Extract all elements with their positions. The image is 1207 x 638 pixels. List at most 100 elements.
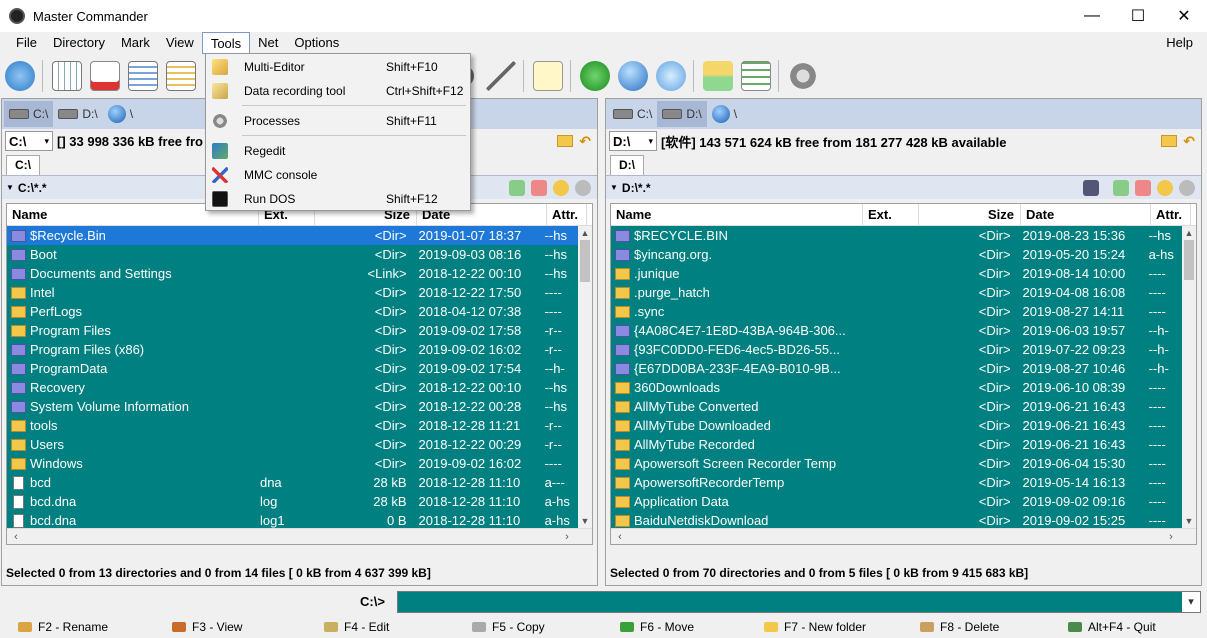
col-date[interactable]: Date bbox=[1021, 204, 1151, 225]
close-tab-icon[interactable] bbox=[1135, 179, 1151, 196]
folder-row[interactable]: AllMyTube Recorded <Dir> 2019-06-21 16:43 -… bbox=[611, 435, 1182, 454]
drive-c-button[interactable]: C:\ bbox=[4, 101, 54, 127]
folder-row[interactable]: Boot <Dir> 2019-09-03 08:16 --hs bbox=[7, 245, 578, 264]
compare-button[interactable] bbox=[738, 58, 774, 94]
tab-c[interactable]: C:\ bbox=[6, 155, 40, 175]
folder-row[interactable]: Users <Dir> 2018-12-22 00:29 -r-- bbox=[7, 435, 578, 454]
file-row[interactable]: bcd dna 28 kB 2018-12-28 11:10 a--- bbox=[7, 473, 578, 492]
menu-directory[interactable]: Directory bbox=[45, 32, 113, 54]
col-attr[interactable]: Attr. bbox=[1151, 204, 1191, 225]
col-size[interactable]: Size bbox=[919, 204, 1021, 225]
scroll-thumb[interactable] bbox=[1184, 240, 1194, 280]
drive-d-button[interactable]: D:\ bbox=[53, 101, 102, 127]
command-input[interactable]: ▾ bbox=[397, 591, 1201, 613]
back-icon[interactable]: ↶ bbox=[579, 133, 591, 150]
folder-row[interactable]: Recovery <Dir> 2018-12-22 00:10 --hs bbox=[7, 378, 578, 397]
menu-item-run-dos[interactable]: Run DOS Shift+F12 bbox=[206, 188, 470, 210]
close-button[interactable]: ✕ bbox=[1161, 0, 1207, 32]
folder-row[interactable]: Documents and Settings <Link> 2018-12-22 0… bbox=[7, 264, 578, 283]
f2-rename-button[interactable]: F2 - Rename bbox=[18, 620, 108, 634]
menu-help[interactable]: Help bbox=[1166, 32, 1193, 54]
folder-row[interactable]: {4A08C4E7-1E8D-43BA-964B-306... <Dir> 2019… bbox=[611, 321, 1182, 340]
pen-button[interactable] bbox=[483, 58, 519, 94]
back-icon[interactable]: ↶ bbox=[1183, 133, 1195, 150]
col-attr[interactable]: Attr. bbox=[547, 204, 587, 225]
menu-net[interactable]: Net bbox=[250, 32, 286, 54]
full-view-button[interactable] bbox=[125, 58, 161, 94]
vertical-scrollbar[interactable]: ▲ ▼ bbox=[1182, 226, 1196, 528]
folder-row[interactable]: 360Downloads <Dir> 2019-06-10 08:39 ---- bbox=[611, 378, 1182, 397]
favorites-icon[interactable] bbox=[1157, 179, 1173, 196]
download-button[interactable] bbox=[577, 58, 613, 94]
maximize-button[interactable]: ☐ bbox=[1115, 0, 1161, 32]
scroll-right-icon[interactable]: › bbox=[560, 529, 574, 544]
scroll-up-icon[interactable]: ▲ bbox=[1182, 226, 1196, 240]
menu-options[interactable]: Options bbox=[286, 32, 347, 54]
folder-row[interactable]: .junique <Dir> 2019-08-14 10:00 ---- bbox=[611, 264, 1182, 283]
folder-row[interactable]: Application Data <Dir> 2019-09-02 09:16 ---… bbox=[611, 492, 1182, 511]
new-tab-icon[interactable] bbox=[1113, 179, 1129, 196]
f8-delete-button[interactable]: F8 - Delete bbox=[920, 620, 999, 634]
folder-row[interactable]: Program Files (x86) <Dir> 2019-09-02 16:02… bbox=[7, 340, 578, 359]
folder-row[interactable]: tools <Dir> 2018-12-28 11:21 -r-- bbox=[7, 416, 578, 435]
history-icon[interactable] bbox=[1179, 179, 1195, 196]
minimize-button[interactable]: — bbox=[1069, 0, 1115, 32]
network-button[interactable] bbox=[615, 58, 651, 94]
menu-item-data-recording-tool[interactable]: Data recording tool Ctrl+Shift+F12 bbox=[206, 80, 470, 102]
scroll-left-icon[interactable]: ‹ bbox=[613, 529, 627, 544]
col-name[interactable]: Name bbox=[611, 204, 863, 225]
tree-view-button[interactable] bbox=[163, 58, 199, 94]
folder-row[interactable]: Program Files <Dir> 2019-09-02 17:58 -r-- bbox=[7, 321, 578, 340]
scroll-left-icon[interactable]: ‹ bbox=[9, 529, 23, 544]
scroll-down-icon[interactable]: ▼ bbox=[1182, 514, 1196, 528]
settings-button[interactable] bbox=[785, 58, 821, 94]
folder-row[interactable]: {E67DD0BA-233F-4EA9-B010-9B... <Dir> 2019-… bbox=[611, 359, 1182, 378]
caret-down-icon[interactable]: ▼ bbox=[610, 183, 618, 192]
history-icon[interactable] bbox=[575, 179, 591, 196]
tab-d[interactable]: D:\ bbox=[610, 155, 644, 175]
drive-network-button[interactable]: \ bbox=[103, 101, 138, 127]
brief-view-button[interactable] bbox=[49, 58, 85, 94]
folder-row[interactable]: $Recycle.Bin <Dir> 2019-01-07 18:37 --hs bbox=[7, 226, 578, 245]
sync-button[interactable] bbox=[700, 58, 736, 94]
close-tab-icon[interactable] bbox=[531, 179, 547, 196]
drive-network-button[interactable]: \ bbox=[707, 101, 742, 127]
drive-select[interactable]: C:\ ▾ bbox=[5, 131, 53, 151]
menu-file[interactable]: File bbox=[8, 32, 45, 54]
horizontal-scrollbar[interactable]: ‹ › bbox=[7, 528, 592, 544]
folder-row[interactable]: System Volume Information <Dir> 2018-12-22… bbox=[7, 397, 578, 416]
folder-row[interactable]: ProgramData <Dir> 2019-09-02 17:54 --h- bbox=[7, 359, 578, 378]
folder-row[interactable]: {93FC0DD0-FED6-4ec5-BD26-55... <Dir> 2019-… bbox=[611, 340, 1182, 359]
f7-new-folder-button[interactable]: F7 - New folder bbox=[764, 620, 866, 634]
folder-row[interactable]: Apowersoft Screen Recorder Temp <Dir> 2019… bbox=[611, 454, 1182, 473]
drive-d-button[interactable]: D:\ bbox=[657, 101, 707, 127]
menu-item-multi-editor[interactable]: Multi-Editor Shift+F10 bbox=[206, 56, 470, 78]
f6-move-button[interactable]: F6 - Move bbox=[620, 620, 694, 634]
menu-tools[interactable]: Tools bbox=[201, 32, 251, 54]
col-ext[interactable]: Ext. bbox=[863, 204, 919, 225]
folder-icon[interactable] bbox=[557, 135, 574, 147]
folder-row[interactable]: Intel <Dir> 2018-12-22 17:50 ---- bbox=[7, 283, 578, 302]
folder-icon[interactable] bbox=[1161, 135, 1178, 147]
menu-mark[interactable]: Mark bbox=[113, 32, 158, 54]
refresh-button[interactable] bbox=[2, 58, 38, 94]
folder-row[interactable]: .sync <Dir> 2019-08-27 14:11 ---- bbox=[611, 302, 1182, 321]
scroll-right-icon[interactable]: › bbox=[1164, 529, 1178, 544]
drive-c-button[interactable]: C:\ bbox=[608, 101, 657, 127]
new-tab-icon[interactable] bbox=[509, 179, 525, 196]
menu-view[interactable]: View bbox=[158, 32, 202, 54]
shortcut-icon[interactable] bbox=[1083, 179, 1099, 196]
notepad-button[interactable] bbox=[530, 58, 566, 94]
folder-row[interactable]: ApowersoftRecorderTemp <Dir> 2019-05-14 16… bbox=[611, 473, 1182, 492]
file-row[interactable]: bcd.dna log 28 kB 2018-12-28 11:10 a-hs bbox=[7, 492, 578, 511]
scroll-down-icon[interactable]: ▼ bbox=[578, 514, 592, 528]
f5-copy-button[interactable]: F5 - Copy bbox=[472, 620, 545, 634]
caret-down-icon[interactable]: ▼ bbox=[6, 183, 14, 192]
favorites-icon[interactable] bbox=[553, 179, 569, 196]
scroll-up-icon[interactable]: ▲ bbox=[578, 226, 592, 240]
folder-row[interactable]: Windows <Dir> 2019-09-02 16:02 ---- bbox=[7, 454, 578, 473]
folder-row[interactable]: PerfLogs <Dir> 2018-04-12 07:38 ---- bbox=[7, 302, 578, 321]
drive-select[interactable]: D:\ ▾ bbox=[609, 131, 657, 151]
folder-row[interactable]: .purge_hatch <Dir> 2019-04-08 16:08 ---- bbox=[611, 283, 1182, 302]
f4-edit-button[interactable]: F4 - Edit bbox=[324, 620, 389, 634]
